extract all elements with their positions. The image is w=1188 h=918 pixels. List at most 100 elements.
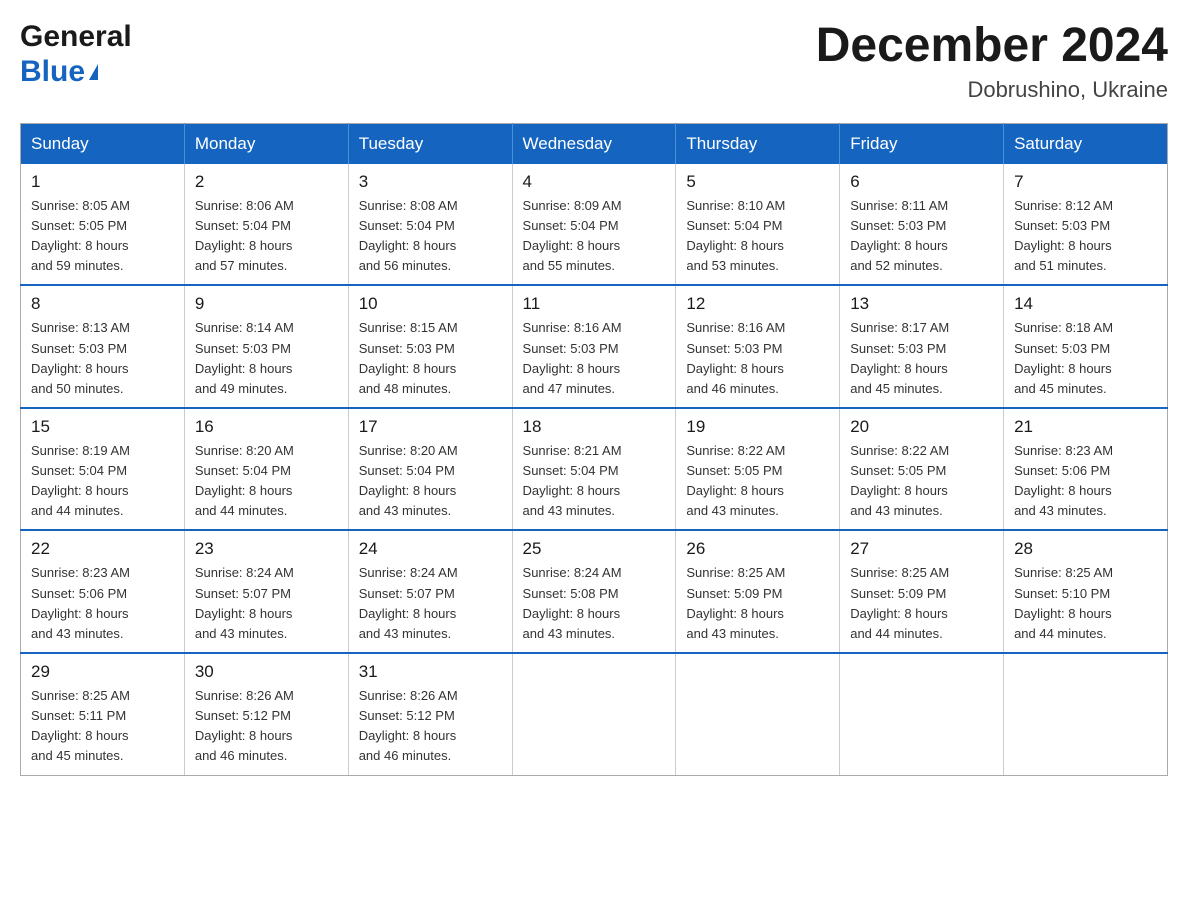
day-number: 28 [1014, 539, 1157, 559]
day-info: Sunrise: 8:25 AM Sunset: 5:11 PM Dayligh… [31, 686, 174, 767]
day-info: Sunrise: 8:18 AM Sunset: 5:03 PM Dayligh… [1014, 318, 1157, 399]
day-number: 6 [850, 172, 993, 192]
day-number: 21 [1014, 417, 1157, 437]
day-info: Sunrise: 8:25 AM Sunset: 5:09 PM Dayligh… [686, 563, 829, 644]
day-info: Sunrise: 8:20 AM Sunset: 5:04 PM Dayligh… [359, 441, 502, 522]
day-info: Sunrise: 8:24 AM Sunset: 5:07 PM Dayligh… [195, 563, 338, 644]
day-number: 12 [686, 294, 829, 314]
day-number: 2 [195, 172, 338, 192]
day-info: Sunrise: 8:26 AM Sunset: 5:12 PM Dayligh… [195, 686, 338, 767]
day-info: Sunrise: 8:10 AM Sunset: 5:04 PM Dayligh… [686, 196, 829, 277]
day-info: Sunrise: 8:25 AM Sunset: 5:09 PM Dayligh… [850, 563, 993, 644]
day-cell [1004, 653, 1168, 775]
day-cell: 22 Sunrise: 8:23 AM Sunset: 5:06 PM Dayl… [21, 530, 185, 653]
day-info: Sunrise: 8:06 AM Sunset: 5:04 PM Dayligh… [195, 196, 338, 277]
day-number: 20 [850, 417, 993, 437]
day-cell: 5 Sunrise: 8:10 AM Sunset: 5:04 PM Dayli… [676, 164, 840, 286]
week-row-5: 29 Sunrise: 8:25 AM Sunset: 5:11 PM Dayl… [21, 653, 1168, 775]
day-cell: 9 Sunrise: 8:14 AM Sunset: 5:03 PM Dayli… [184, 285, 348, 408]
day-cell: 27 Sunrise: 8:25 AM Sunset: 5:09 PM Dayl… [840, 530, 1004, 653]
day-info: Sunrise: 8:20 AM Sunset: 5:04 PM Dayligh… [195, 441, 338, 522]
day-cell: 7 Sunrise: 8:12 AM Sunset: 5:03 PM Dayli… [1004, 164, 1168, 286]
day-cell: 24 Sunrise: 8:24 AM Sunset: 5:07 PM Dayl… [348, 530, 512, 653]
day-info: Sunrise: 8:23 AM Sunset: 5:06 PM Dayligh… [1014, 441, 1157, 522]
day-number: 27 [850, 539, 993, 559]
day-info: Sunrise: 8:16 AM Sunset: 5:03 PM Dayligh… [686, 318, 829, 399]
day-number: 22 [31, 539, 174, 559]
calendar-table: Sunday Monday Tuesday Wednesday Thursday… [20, 123, 1168, 776]
day-number: 14 [1014, 294, 1157, 314]
day-cell [840, 653, 1004, 775]
col-friday: Friday [840, 123, 1004, 164]
day-info: Sunrise: 8:24 AM Sunset: 5:07 PM Dayligh… [359, 563, 502, 644]
day-number: 18 [523, 417, 666, 437]
col-tuesday: Tuesday [348, 123, 512, 164]
logo-general: General [20, 20, 132, 55]
day-cell: 4 Sunrise: 8:09 AM Sunset: 5:04 PM Dayli… [512, 164, 676, 286]
day-cell [676, 653, 840, 775]
day-cell: 29 Sunrise: 8:25 AM Sunset: 5:11 PM Dayl… [21, 653, 185, 775]
day-cell: 15 Sunrise: 8:19 AM Sunset: 5:04 PM Dayl… [21, 408, 185, 531]
title-section: December 2024 Dobrushino, Ukraine [816, 20, 1168, 103]
day-cell: 25 Sunrise: 8:24 AM Sunset: 5:08 PM Dayl… [512, 530, 676, 653]
main-title: December 2024 [816, 20, 1168, 73]
day-number: 24 [359, 539, 502, 559]
day-cell: 18 Sunrise: 8:21 AM Sunset: 5:04 PM Dayl… [512, 408, 676, 531]
day-number: 19 [686, 417, 829, 437]
day-number: 30 [195, 662, 338, 682]
day-info: Sunrise: 8:24 AM Sunset: 5:08 PM Dayligh… [523, 563, 666, 644]
day-info: Sunrise: 8:05 AM Sunset: 5:05 PM Dayligh… [31, 196, 174, 277]
day-info: Sunrise: 8:13 AM Sunset: 5:03 PM Dayligh… [31, 318, 174, 399]
day-cell: 31 Sunrise: 8:26 AM Sunset: 5:12 PM Dayl… [348, 653, 512, 775]
day-info: Sunrise: 8:19 AM Sunset: 5:04 PM Dayligh… [31, 441, 174, 522]
day-cell: 2 Sunrise: 8:06 AM Sunset: 5:04 PM Dayli… [184, 164, 348, 286]
day-number: 7 [1014, 172, 1157, 192]
day-number: 16 [195, 417, 338, 437]
day-info: Sunrise: 8:14 AM Sunset: 5:03 PM Dayligh… [195, 318, 338, 399]
day-cell: 21 Sunrise: 8:23 AM Sunset: 5:06 PM Dayl… [1004, 408, 1168, 531]
page-header: General Blue December 2024 Dobrushino, U… [20, 20, 1168, 103]
day-number: 8 [31, 294, 174, 314]
week-row-1: 1 Sunrise: 8:05 AM Sunset: 5:05 PM Dayli… [21, 164, 1168, 286]
col-monday: Monday [184, 123, 348, 164]
day-cell: 30 Sunrise: 8:26 AM Sunset: 5:12 PM Dayl… [184, 653, 348, 775]
logo: General Blue [20, 20, 132, 89]
day-info: Sunrise: 8:09 AM Sunset: 5:04 PM Dayligh… [523, 196, 666, 277]
day-cell: 23 Sunrise: 8:24 AM Sunset: 5:07 PM Dayl… [184, 530, 348, 653]
day-number: 9 [195, 294, 338, 314]
day-info: Sunrise: 8:25 AM Sunset: 5:10 PM Dayligh… [1014, 563, 1157, 644]
col-wednesday: Wednesday [512, 123, 676, 164]
day-info: Sunrise: 8:15 AM Sunset: 5:03 PM Dayligh… [359, 318, 502, 399]
logo-blue: Blue [20, 55, 132, 90]
day-info: Sunrise: 8:11 AM Sunset: 5:03 PM Dayligh… [850, 196, 993, 277]
day-info: Sunrise: 8:16 AM Sunset: 5:03 PM Dayligh… [523, 318, 666, 399]
day-number: 17 [359, 417, 502, 437]
day-cell: 8 Sunrise: 8:13 AM Sunset: 5:03 PM Dayli… [21, 285, 185, 408]
logo-text: General Blue [20, 20, 132, 89]
day-number: 25 [523, 539, 666, 559]
day-number: 29 [31, 662, 174, 682]
day-number: 5 [686, 172, 829, 192]
day-number: 15 [31, 417, 174, 437]
day-cell: 1 Sunrise: 8:05 AM Sunset: 5:05 PM Dayli… [21, 164, 185, 286]
day-cell: 11 Sunrise: 8:16 AM Sunset: 5:03 PM Dayl… [512, 285, 676, 408]
day-info: Sunrise: 8:22 AM Sunset: 5:05 PM Dayligh… [850, 441, 993, 522]
day-number: 10 [359, 294, 502, 314]
week-row-2: 8 Sunrise: 8:13 AM Sunset: 5:03 PM Dayli… [21, 285, 1168, 408]
calendar-body: 1 Sunrise: 8:05 AM Sunset: 5:05 PM Dayli… [21, 164, 1168, 775]
day-cell: 6 Sunrise: 8:11 AM Sunset: 5:03 PM Dayli… [840, 164, 1004, 286]
day-cell: 26 Sunrise: 8:25 AM Sunset: 5:09 PM Dayl… [676, 530, 840, 653]
day-cell [512, 653, 676, 775]
day-number: 3 [359, 172, 502, 192]
day-info: Sunrise: 8:23 AM Sunset: 5:06 PM Dayligh… [31, 563, 174, 644]
day-number: 11 [523, 294, 666, 314]
day-info: Sunrise: 8:17 AM Sunset: 5:03 PM Dayligh… [850, 318, 993, 399]
day-cell: 16 Sunrise: 8:20 AM Sunset: 5:04 PM Dayl… [184, 408, 348, 531]
week-row-4: 22 Sunrise: 8:23 AM Sunset: 5:06 PM Dayl… [21, 530, 1168, 653]
day-number: 23 [195, 539, 338, 559]
day-info: Sunrise: 8:22 AM Sunset: 5:05 PM Dayligh… [686, 441, 829, 522]
day-number: 4 [523, 172, 666, 192]
calendar-header: Sunday Monday Tuesday Wednesday Thursday… [21, 123, 1168, 164]
day-cell: 13 Sunrise: 8:17 AM Sunset: 5:03 PM Dayl… [840, 285, 1004, 408]
day-info: Sunrise: 8:08 AM Sunset: 5:04 PM Dayligh… [359, 196, 502, 277]
